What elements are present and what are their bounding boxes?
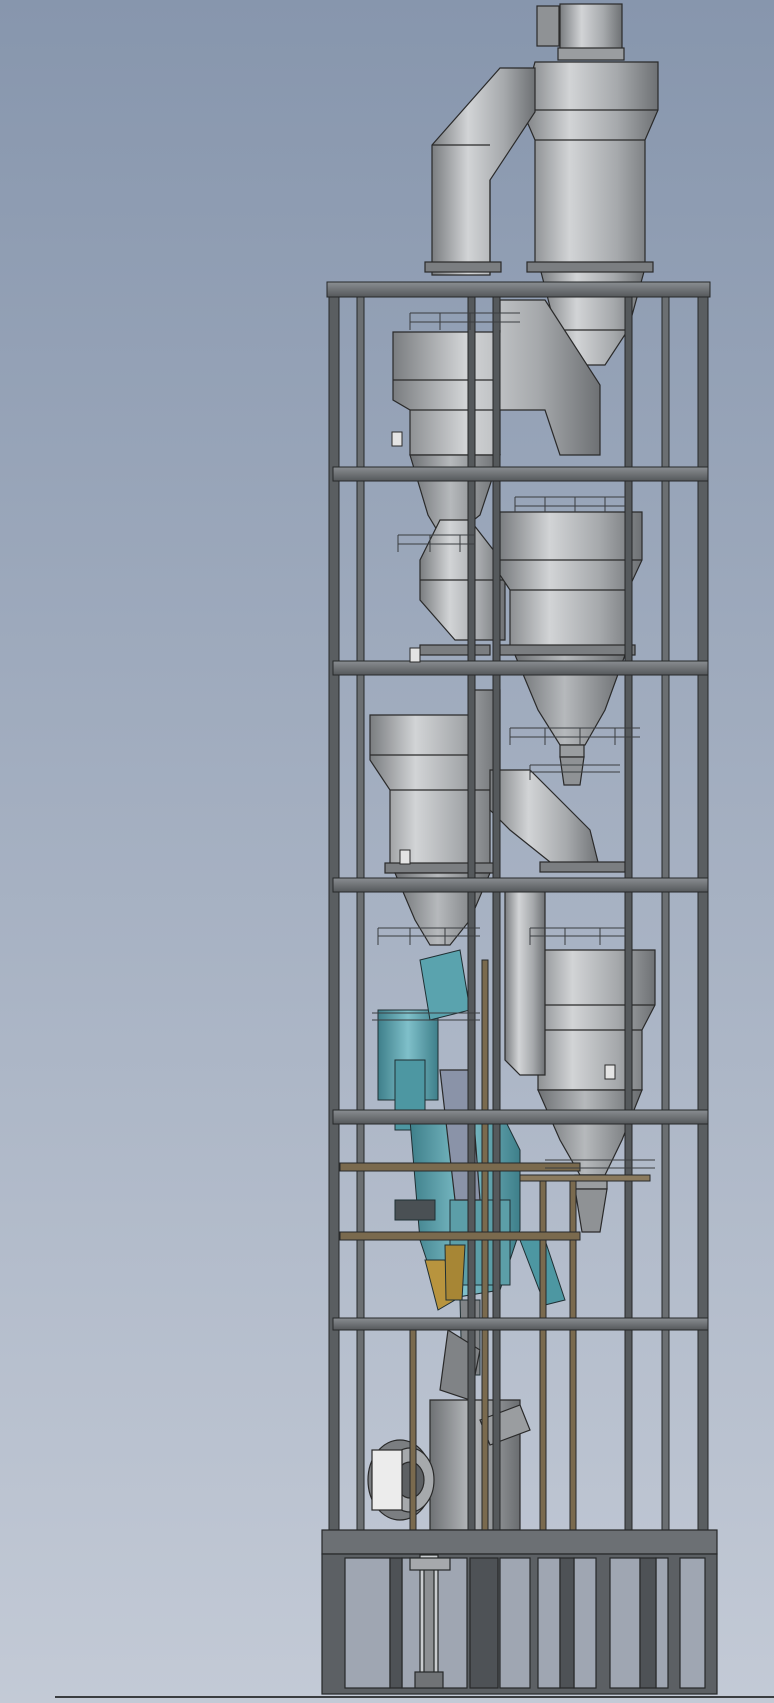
floor-level-6 bbox=[332, 1317, 709, 1331]
floor-level-3 bbox=[332, 660, 709, 676]
floor-level-5 bbox=[332, 1109, 709, 1125]
tower-drawing bbox=[0, 0, 774, 1703]
floor-level-2 bbox=[332, 466, 709, 482]
diagram-canvas bbox=[0, 0, 774, 1703]
floor-level-1 bbox=[326, 281, 711, 298]
floor-level-4 bbox=[332, 877, 709, 893]
concrete-base-frame bbox=[321, 1529, 718, 1695]
